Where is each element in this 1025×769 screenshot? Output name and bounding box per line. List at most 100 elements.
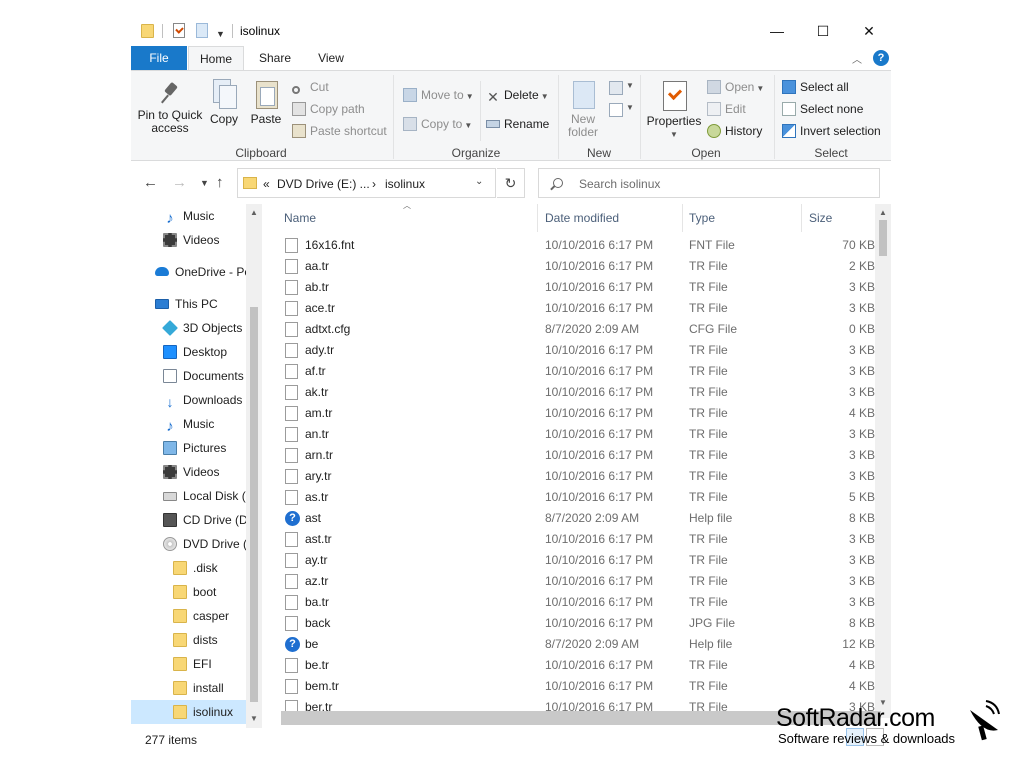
properties-button[interactable]: Properties ▼ (645, 81, 703, 141)
up-arrow-icon[interactable]: ↑ (216, 174, 224, 191)
delete-button[interactable]: ✕ Delete ▼ (486, 86, 548, 104)
select-none-button[interactable]: Select none (782, 100, 863, 118)
search-box[interactable]: Search isolinux (538, 168, 880, 198)
nav-item[interactable]: DVD Drive (E (131, 532, 246, 556)
scroll-up-icon[interactable]: ▲ (250, 208, 258, 217)
scroll-up-icon[interactable]: ▲ (879, 208, 887, 217)
properties-quick-access-icon[interactable] (173, 23, 185, 38)
paste-shortcut-button[interactable]: Paste shortcut (292, 122, 387, 140)
nav-item[interactable]: dists (131, 628, 246, 652)
breadcrumb-dvd-drive[interactable]: DVD Drive (E:) ... (277, 177, 370, 191)
nav-item[interactable]: ↓ Downloads (131, 388, 246, 412)
column-divider[interactable] (537, 204, 538, 232)
copy-path-button[interactable]: Copy path (292, 100, 365, 118)
file-row[interactable]: ace.tr 10/10/2016 6:17 PM TR File 3 KB (271, 298, 875, 319)
customize-quick-access-dropdown-icon[interactable]: ▼ (216, 29, 225, 39)
copy-to-button[interactable]: Copy to ▼ (403, 115, 472, 133)
nav-item[interactable]: OneDrive - Pe (131, 260, 246, 284)
file-row[interactable]: arn.tr 10/10/2016 6:17 PM TR File 3 KB (271, 445, 875, 466)
edit-button[interactable]: Edit (707, 100, 746, 118)
invert-selection-button[interactable]: Invert selection (782, 122, 881, 140)
nav-item[interactable]: This PC (131, 292, 246, 316)
nav-item[interactable]: Local Disk ( (131, 484, 246, 508)
column-header-type[interactable]: Type (689, 204, 715, 232)
new-item-button[interactable]: ▼ (607, 79, 634, 97)
collapse-ribbon-icon[interactable]: ︿ (852, 51, 862, 66)
forward-arrow-icon[interactable]: → (172, 174, 187, 191)
nav-item[interactable]: isolinux (131, 700, 246, 724)
column-header-date-modified[interactable]: Date modified (545, 204, 619, 232)
file-row[interactable]: an.tr 10/10/2016 6:17 PM TR File 3 KB (271, 424, 875, 445)
column-header-name[interactable]: Name (284, 204, 316, 232)
file-row[interactable]: ab.tr 10/10/2016 6:17 PM TR File 3 KB (271, 277, 875, 298)
new-folder-button[interactable]: New folder (565, 79, 601, 139)
file-row[interactable]: ary.tr 10/10/2016 6:17 PM TR File 3 KB (271, 466, 875, 487)
nav-item[interactable]: 3D Objects (131, 316, 246, 340)
scroll-down-icon[interactable]: ▼ (250, 714, 258, 723)
column-divider[interactable] (682, 204, 683, 232)
nav-item[interactable]: Desktop (131, 340, 246, 364)
nav-item[interactable]: Videos (131, 228, 246, 252)
breadcrumb-separator[interactable]: › (372, 177, 376, 191)
tab-view[interactable]: View (303, 46, 359, 70)
nav-item[interactable]: EFI (131, 652, 246, 676)
copy-button[interactable]: Copy (207, 79, 241, 126)
address-history-chevron-icon[interactable]: ⌄ (475, 176, 483, 187)
file-row[interactable]: ay.tr 10/10/2016 6:17 PM TR File 3 KB (271, 550, 875, 571)
file-row[interactable]: ak.tr 10/10/2016 6:17 PM TR File 3 KB (271, 382, 875, 403)
file-row[interactable]: bem.tr 10/10/2016 6:17 PM TR File 4 KB (271, 676, 875, 697)
file-row[interactable]: ? ast 8/7/2020 2:09 AM Help file 8 KB (271, 508, 875, 529)
tab-share[interactable]: Share (247, 46, 303, 70)
back-arrow-icon[interactable]: ← (143, 174, 158, 191)
nav-item[interactable]: Videos (131, 460, 246, 484)
easy-access-button[interactable]: ▼ (607, 101, 634, 119)
move-to-button[interactable]: Move to ▼ (403, 86, 474, 104)
minimize-button[interactable]: — (754, 16, 800, 46)
select-all-button[interactable]: Select all (782, 78, 849, 96)
file-row[interactable]: ast.tr 10/10/2016 6:17 PM TR File 3 KB (271, 529, 875, 550)
column-header-size[interactable]: Size (809, 204, 832, 232)
tab-file[interactable]: File (131, 46, 187, 70)
nav-item[interactable]: casper (131, 604, 246, 628)
file-row[interactable]: am.tr 10/10/2016 6:17 PM TR File 4 KB (271, 403, 875, 424)
breadcrumb-overflow[interactable]: « (263, 177, 270, 191)
nav-item[interactable]: boot (131, 580, 246, 604)
cut-button[interactable]: Cut (292, 78, 329, 96)
nav-item[interactable]: .disk (131, 556, 246, 580)
file-row[interactable]: adtxt.cfg 8/7/2020 2:09 AM CFG File 0 KB (271, 319, 875, 340)
file-list-scroll-thumb[interactable] (879, 220, 887, 256)
file-row[interactable]: as.tr 10/10/2016 6:17 PM TR File 5 KB (271, 487, 875, 508)
nav-item[interactable]: ♪ Music (131, 412, 246, 436)
recent-locations-chevron-icon[interactable]: ▼ (200, 178, 209, 188)
file-row[interactable]: az.tr 10/10/2016 6:17 PM TR File 3 KB (271, 571, 875, 592)
file-row[interactable]: back 10/10/2016 6:17 PM JPG File 8 KB (271, 613, 875, 634)
pin-to-quick-access-button[interactable]: Pin to Quick access (137, 81, 203, 135)
file-row[interactable]: ady.tr 10/10/2016 6:17 PM TR File 3 KB (271, 340, 875, 361)
nav-item[interactable]: Pictures (131, 436, 246, 460)
file-row[interactable]: aa.tr 10/10/2016 6:17 PM TR File 2 KB (271, 256, 875, 277)
refresh-button[interactable]: ↻ (497, 168, 525, 198)
history-button[interactable]: History (707, 122, 762, 140)
file-row[interactable]: af.tr 10/10/2016 6:17 PM TR File 3 KB (271, 361, 875, 382)
file-row[interactable]: 16x16.fnt 10/10/2016 6:17 PM FNT File 70 KB (271, 235, 875, 256)
nav-pane-scroll-thumb[interactable] (250, 307, 258, 702)
nav-pane-scrollbar[interactable]: ▲ ▼ (246, 204, 262, 728)
breadcrumb-isolinux[interactable]: isolinux (385, 177, 425, 191)
rename-button[interactable]: Rename (486, 115, 549, 133)
maximize-button[interactable]: ☐ (800, 16, 846, 46)
close-button[interactable]: ✕ (846, 16, 892, 46)
nav-item[interactable]: CD Drive (D: (131, 508, 246, 532)
column-divider[interactable] (801, 204, 802, 232)
file-row[interactable]: be.tr 10/10/2016 6:17 PM TR File 4 KB (271, 655, 875, 676)
nav-item[interactable]: ♪ Music (131, 204, 246, 228)
file-row[interactable]: ? be 8/7/2020 2:09 AM Help file 12 KB (271, 634, 875, 655)
help-icon[interactable]: ? (873, 50, 889, 66)
nav-item[interactable]: Documents (131, 364, 246, 388)
paste-button[interactable]: Paste (249, 79, 283, 126)
address-bar[interactable]: « DVD Drive (E:) ... › isolinux ⌄ (237, 168, 496, 198)
file-row[interactable]: ba.tr 10/10/2016 6:17 PM TR File 3 KB (271, 592, 875, 613)
new-folder-quick-access-icon[interactable] (196, 23, 208, 38)
open-button[interactable]: Open ▼ (707, 78, 764, 96)
tab-home[interactable]: Home (188, 46, 244, 70)
file-list-scrollbar[interactable]: ▲ ▼ (875, 204, 891, 718)
